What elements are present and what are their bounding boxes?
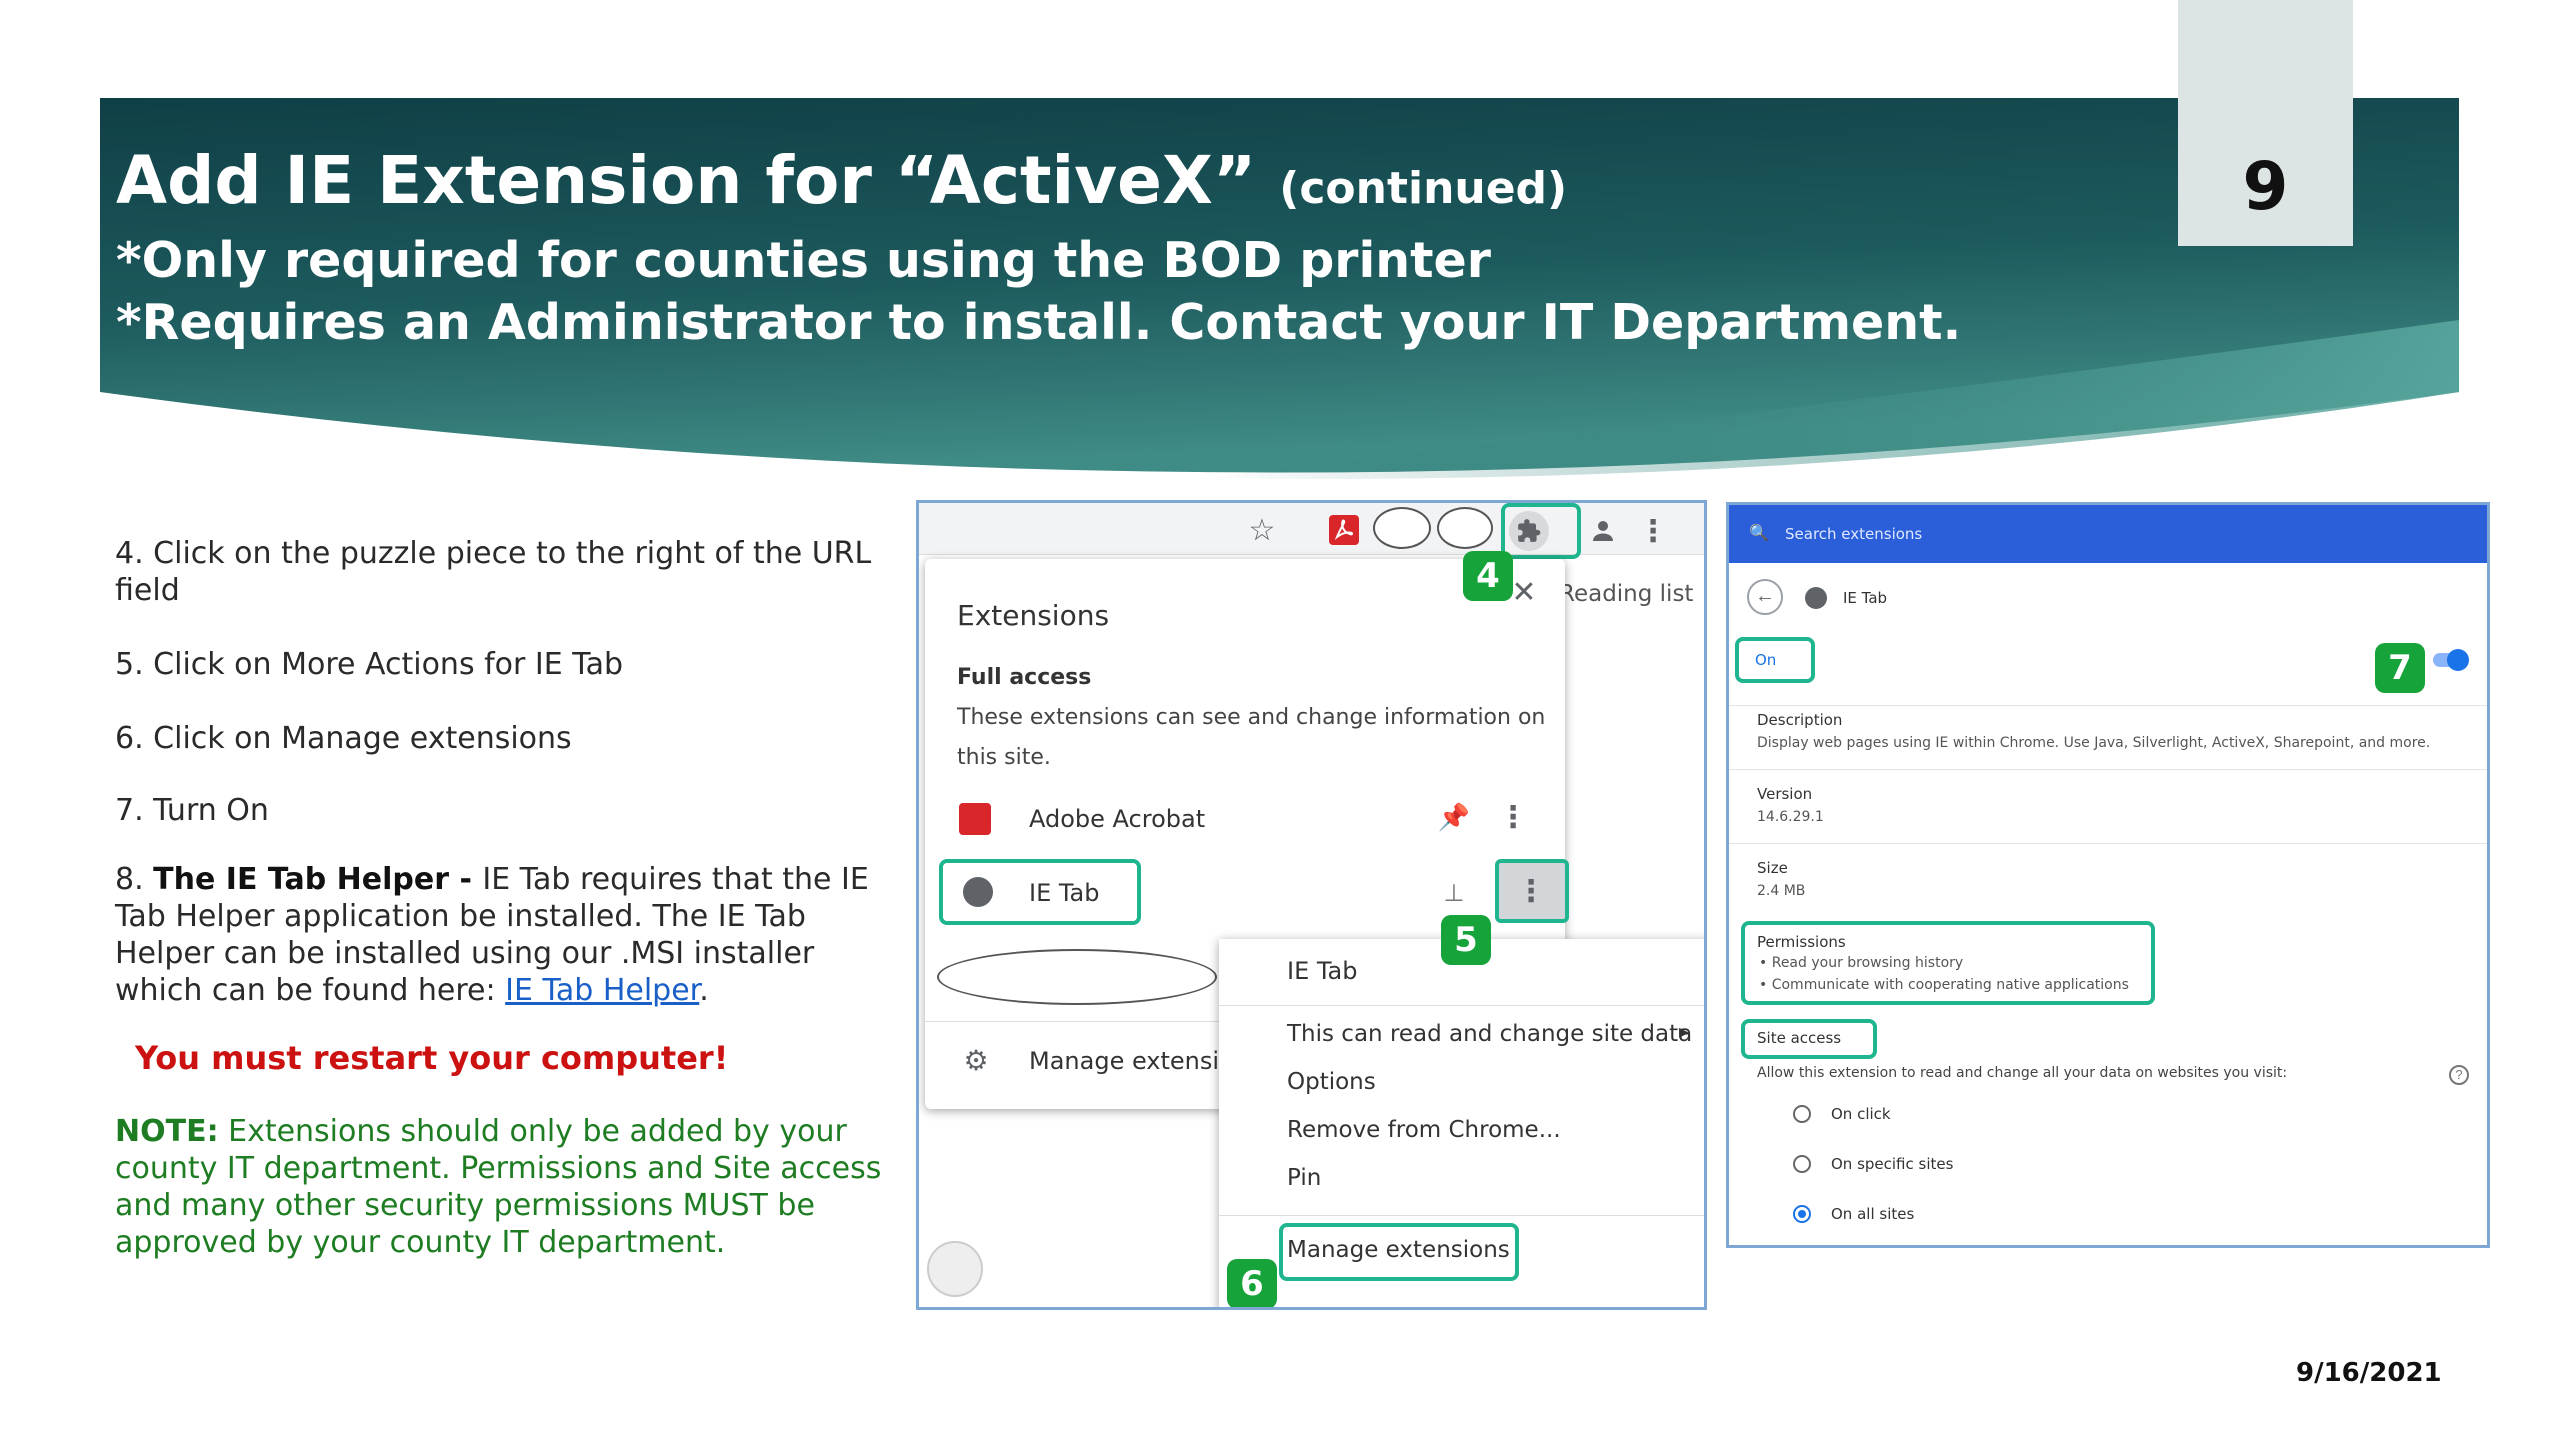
- step-5: 5. Click on More Actions for IE Tab: [115, 647, 624, 682]
- ext-name: IE Tab: [1843, 589, 1888, 607]
- step-8-heading: The IE Tab Helper -: [153, 862, 483, 897]
- step-8-number: 8.: [115, 862, 154, 897]
- extensions-popup-screenshot: ☆ ⋮ Reading list Extensions ✕ Full acces…: [916, 500, 1707, 1310]
- size-value: 2.4 MB: [1757, 883, 1806, 899]
- version-value: 14.6.29.1: [1757, 809, 1824, 825]
- title-main: Add IE Extension for “ActiveX”: [116, 142, 1257, 219]
- note: NOTE: Extensions should only be added by…: [115, 1113, 895, 1261]
- search-icon: 🔍: [1749, 523, 1769, 542]
- gear-icon: ⚙: [963, 1044, 989, 1076]
- note-label: NOTE:: [115, 1114, 219, 1149]
- slide-date: 9/16/2021: [2296, 1358, 2442, 1388]
- radio-on-click[interactable]: [1793, 1105, 1811, 1123]
- profile-icon[interactable]: [1583, 511, 1623, 551]
- step-4: 4. Click on the puzzle piece to the righ…: [115, 536, 872, 608]
- perm-2: Communicate with cooperating native appl…: [1771, 977, 2129, 993]
- redacted-icon: [1373, 507, 1431, 549]
- divider: [1729, 705, 2487, 706]
- option-on-click: On click: [1831, 1105, 1891, 1123]
- on-label: On: [1755, 651, 1777, 669]
- divider: [1219, 1005, 1704, 1006]
- site-access-label: Site access: [1757, 1029, 1842, 1047]
- search-extensions-input[interactable]: Search extensions: [1785, 525, 1922, 543]
- description-label: Description: [1757, 711, 1843, 729]
- redacted-extension: [937, 949, 1217, 1005]
- note-text: Extensions should only be added by your …: [115, 1114, 882, 1260]
- redacted-icon: [1437, 507, 1493, 549]
- menu-site-data[interactable]: This can read and change site data: [1287, 1021, 1692, 1047]
- radio-selected-dot: [1798, 1210, 1806, 1218]
- extension-details-screenshot: 🔍 Search extensions ← IE Tab On 7 Descri…: [1726, 502, 2490, 1248]
- divider: [1219, 1215, 1704, 1216]
- full-access-desc-2: this site.: [957, 745, 1051, 770]
- badge-7: 7: [2375, 643, 2425, 693]
- option-on-specific-sites: On specific sites: [1831, 1155, 1954, 1173]
- menu-options[interactable]: Options: [1287, 1069, 1376, 1095]
- redacted-avatar: [927, 1241, 983, 1297]
- toggle-knob: [2447, 649, 2469, 671]
- acrobat-icon[interactable]: [1329, 515, 1359, 545]
- divider: [1729, 843, 2487, 844]
- step-8-end: .: [699, 973, 709, 1008]
- divider: [1729, 769, 2487, 770]
- step-8: 8. The IE Tab Helper - IE Tab requires t…: [115, 861, 895, 1009]
- full-access-heading: Full access: [957, 665, 1092, 690]
- subtitle-bod: *Only required for counties using the BO…: [116, 232, 1491, 289]
- ie-tab-context-menu: IE Tab This can read and change site dat…: [1219, 939, 1704, 1307]
- title-suffix: (continued): [1279, 163, 1568, 214]
- close-icon[interactable]: ✕: [1509, 576, 1539, 609]
- ext-ie-tab[interactable]: IE Tab: [1029, 879, 1100, 907]
- option-on-all-sites: On all sites: [1831, 1205, 1915, 1223]
- unpinned-icon[interactable]: ⊥: [1439, 875, 1469, 911]
- step-6: 6. Click on Manage extensions: [115, 721, 572, 756]
- page-number: 9: [2242, 148, 2289, 225]
- badge-5: 5: [1441, 915, 1491, 965]
- menu-manage-extensions[interactable]: Manage extensions: [1287, 1237, 1510, 1263]
- back-arrow-icon[interactable]: ←: [1747, 579, 1783, 615]
- highlight-puzzle: [1501, 503, 1581, 559]
- radio-on-specific-sites[interactable]: [1793, 1155, 1811, 1173]
- acrobat-ext-icon: [959, 803, 991, 835]
- page-number-tab: 9: [2178, 0, 2353, 246]
- site-access-text: Allow this extension to read and change …: [1757, 1065, 2288, 1081]
- on-toggle[interactable]: [2433, 649, 2469, 671]
- ie-tab-more-actions-icon[interactable]: ⋮: [1516, 871, 1546, 911]
- browser-menu-icon[interactable]: ⋮: [1638, 511, 1668, 551]
- step-7: 7. Turn On: [115, 793, 269, 828]
- subtitle-admin: *Requires an Administrator to install. C…: [116, 294, 1962, 351]
- help-icon[interactable]: ?: [2449, 1065, 2469, 1085]
- ext-adobe-acrobat[interactable]: Adobe Acrobat: [1029, 805, 1205, 833]
- pin-icon[interactable]: 📌: [1438, 799, 1470, 835]
- more-actions-icon[interactable]: ⋮: [1498, 799, 1528, 835]
- menu-pin[interactable]: Pin: [1287, 1165, 1321, 1191]
- description-text: Display web pages using IE within Chrome…: [1757, 735, 2431, 751]
- details-header: 🔍 Search extensions: [1729, 505, 2487, 563]
- version-label: Version: [1757, 785, 1813, 803]
- star-icon[interactable]: ☆: [1245, 513, 1279, 547]
- restart-warning: You must restart your computer!: [135, 1039, 729, 1077]
- size-label: Size: [1757, 859, 1788, 877]
- ie-tab-helper-link[interactable]: IE Tab Helper: [505, 973, 699, 1008]
- badge-6: 6: [1227, 1259, 1277, 1307]
- permission-item: • Read your browsing history: [1759, 955, 1964, 971]
- radio-on-all-sites[interactable]: [1793, 1205, 1811, 1223]
- menu-title: IE Tab: [1287, 957, 1358, 985]
- submenu-arrow-icon: ▸: [1679, 1019, 1690, 1043]
- reading-list[interactable]: Reading list: [1559, 581, 1693, 607]
- extensions-title: Extensions: [957, 599, 1110, 632]
- permissions-label: Permissions: [1757, 933, 1846, 951]
- ie-tab-icon: [1805, 587, 1827, 609]
- perm-1: Read your browsing history: [1771, 955, 1964, 971]
- permission-item: • Communicate with cooperating native ap…: [1759, 977, 2129, 993]
- ie-tab-ext-icon: [963, 877, 993, 907]
- menu-remove[interactable]: Remove from Chrome...: [1287, 1117, 1561, 1143]
- title-block: Add IE Extension for “ActiveX” (continue…: [116, 140, 1961, 354]
- badge-4: 4: [1463, 551, 1513, 601]
- full-access-desc: These extensions can see and change info…: [957, 705, 1546, 730]
- page-title: Add IE Extension for “ActiveX” (continue…: [116, 140, 1961, 230]
